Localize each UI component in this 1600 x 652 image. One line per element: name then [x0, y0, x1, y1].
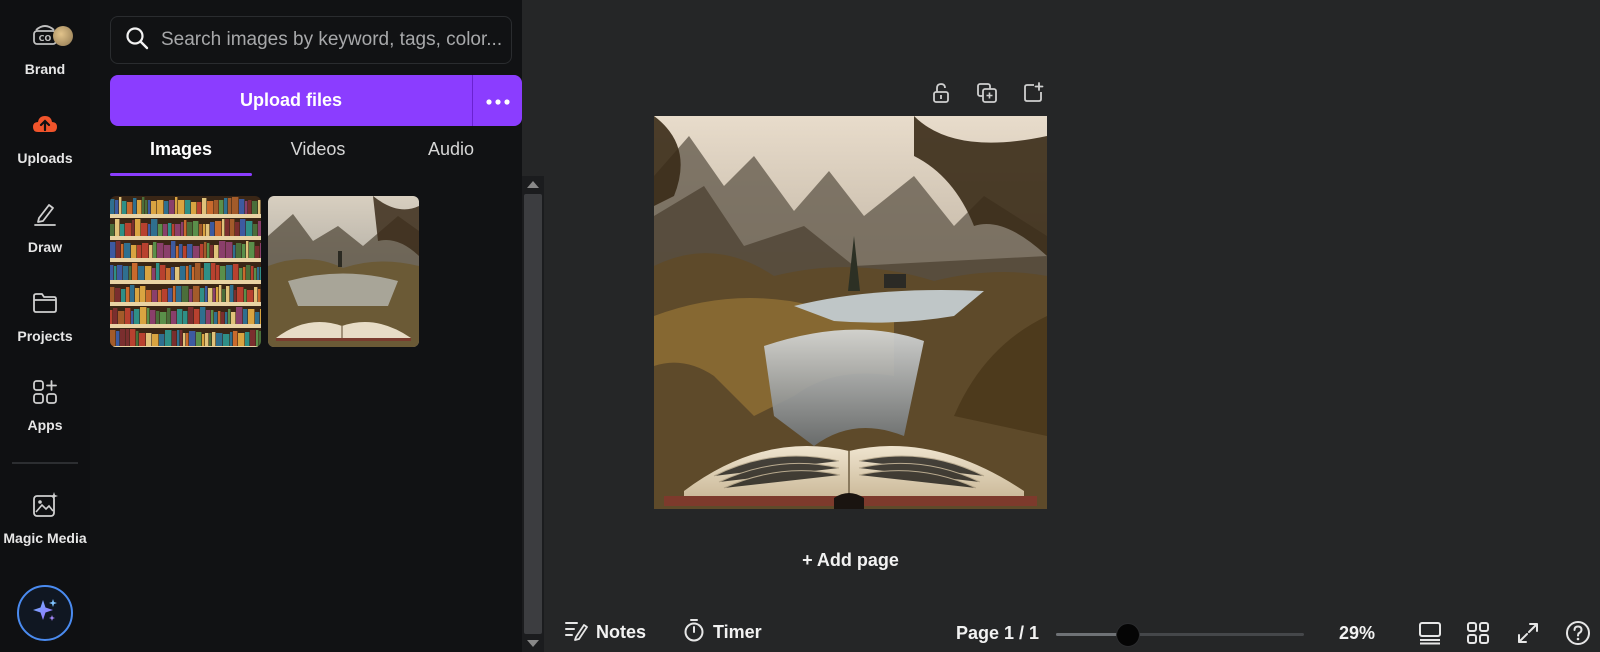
rail-item-label: Draw [27, 239, 63, 255]
upload-files-button[interactable]: Upload files [110, 75, 472, 126]
add-page-button[interactable]: + Add page [778, 550, 923, 580]
rail-item-magic-media[interactable]: Magic Media [0, 488, 90, 568]
rail-item-brand[interactable]: CO Brand [0, 18, 90, 98]
zoom-slider-handle[interactable] [1116, 623, 1140, 647]
zoom-slider[interactable] [1056, 623, 1304, 647]
notes-label: Notes [596, 621, 647, 642]
tab-images[interactable]: Images [110, 133, 252, 177]
scroll-up-arrow-icon[interactable] [527, 181, 539, 188]
open-book-landscape-image-icon [268, 196, 419, 347]
grid-view-icon[interactable] [1464, 619, 1492, 647]
rail-item-uploads[interactable]: Uploads [0, 108, 90, 188]
timer-icon [683, 618, 705, 647]
rail-item-projects[interactable]: Projects [0, 286, 90, 366]
tab-audio[interactable]: Audio [384, 133, 518, 177]
search-box[interactable] [110, 16, 512, 64]
notes-icon [564, 619, 588, 646]
upload-button-group: Upload files [110, 75, 522, 126]
svg-text:CO: CO [39, 34, 52, 43]
rail-item-draw[interactable]: Draw [0, 197, 90, 277]
timer-label: Timer [713, 621, 762, 642]
folder-icon [28, 286, 62, 320]
upload-more-button[interactable] [473, 75, 522, 126]
left-rail: CO Brand Uploads Draw Projects Apps Magi… [0, 0, 90, 652]
panel-scrollbar[interactable] [522, 176, 544, 652]
help-icon[interactable] [1564, 619, 1592, 647]
timer-button[interactable]: Timer [683, 618, 762, 646]
design-page[interactable] [654, 116, 1047, 509]
active-tab-indicator [110, 173, 252, 176]
scrollbar-thumb[interactable] [524, 194, 542, 634]
rail-item-label: Projects [17, 328, 73, 344]
upload-thumbnail-bookshelf[interactable] [110, 196, 261, 347]
zoom-level[interactable]: 29% [1339, 623, 1375, 644]
page-view-icon[interactable] [1416, 619, 1444, 647]
scroll-down-arrow-icon[interactable] [527, 640, 539, 647]
tab-videos[interactable]: Videos [252, 133, 384, 177]
apps-grid-icon [28, 375, 62, 409]
rail-item-label: Apps [27, 417, 63, 433]
media-tabs: Images Videos Audio [110, 133, 522, 177]
draw-pen-icon [28, 197, 62, 231]
rail-divider [12, 462, 78, 464]
magic-media-icon [28, 488, 62, 522]
rail-item-label: Brand [24, 61, 66, 77]
duplicate-icon[interactable] [974, 80, 1000, 106]
search-input[interactable] [161, 29, 501, 51]
brand-badge [53, 26, 73, 46]
lock-icon[interactable] [928, 80, 954, 106]
search-icon [125, 26, 149, 55]
open-book-landscape-artwork [654, 116, 1047, 509]
add-page-icon[interactable] [1020, 80, 1046, 106]
bottom-bar: Notes Timer Page 1 / 1 29% [544, 612, 1600, 652]
ai-assistant-button[interactable] [17, 585, 73, 641]
rail-item-label: Magic Media [3, 530, 87, 546]
sparkle-icon [30, 596, 60, 631]
more-dots-icon [485, 92, 510, 110]
upload-cloud-icon [28, 108, 62, 142]
notes-button[interactable]: Notes [564, 618, 646, 646]
page-indicator[interactable]: Page 1 / 1 [956, 623, 1039, 644]
bookshelf-image-icon [110, 196, 261, 347]
editor-app: CO Brand Uploads Draw Projects Apps Magi… [0, 0, 1600, 652]
fullscreen-icon[interactable] [1514, 619, 1542, 647]
rail-item-label: Uploads [17, 150, 73, 166]
page-toolbar [928, 80, 1048, 106]
uploads-panel: Upload files Images Videos Audio [90, 0, 522, 652]
rail-item-apps[interactable]: Apps [0, 375, 90, 455]
upload-thumbnail-book-landscape[interactable] [268, 196, 419, 347]
